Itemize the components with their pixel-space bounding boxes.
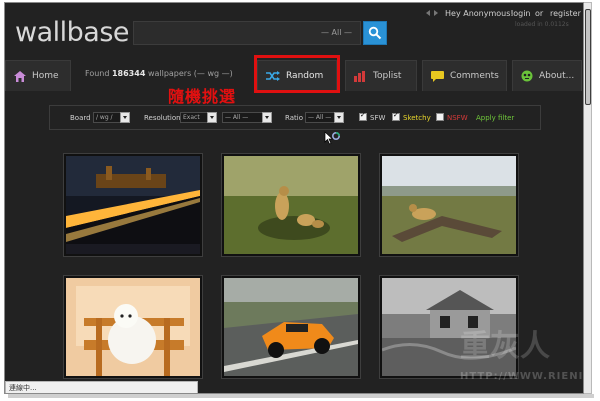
scrollbar-thumb[interactable] <box>585 9 591 105</box>
sketchy-label: Sketchy <box>403 114 431 122</box>
resolution-mode-select[interactable]: Exact <box>180 112 217 123</box>
apply-filter-link[interactable]: Apply filter <box>476 114 514 122</box>
resolution-label: Resolution <box>144 114 181 122</box>
browser-status-bar: 連線中... <box>5 381 198 393</box>
found-count: Found 186344 wallpapers (— wg —) <box>85 69 233 78</box>
window-shadow <box>8 394 594 398</box>
random-highlight-box <box>254 55 340 93</box>
wallpaper-thumbnail-cheetah-logs[interactable] <box>379 153 519 257</box>
nav-toplist[interactable]: Toplist <box>345 60 417 91</box>
wallpaper-thumbnail-cheetahs[interactable] <box>221 153 361 257</box>
nsfw-label: NSFW <box>447 114 468 122</box>
nav-comments[interactable]: Comments <box>422 60 507 91</box>
resolution-select[interactable]: — All — <box>222 112 272 123</box>
search-scope[interactable]: — All — <box>321 28 352 37</box>
nav-comments-label: Comments <box>450 71 499 81</box>
nav-toplist-label: Toplist <box>373 71 402 81</box>
search-icon <box>368 26 382 40</box>
chevron-down-icon <box>262 112 272 123</box>
register-link[interactable]: register <box>550 9 581 18</box>
search-box: — All — <box>133 21 361 45</box>
board-label: Board <box>70 114 91 122</box>
nav-about[interactable]: About... <box>512 60 582 91</box>
chevron-down-icon <box>120 112 130 123</box>
load-time: loaded in 0.0112s <box>515 21 569 28</box>
annotation-label: 隨機挑選 <box>168 87 237 106</box>
filter-bar: Board / wg / Resolution Exact — All — Ra… <box>49 105 541 130</box>
nav-home-label: Home <box>32 71 59 81</box>
vertical-scrollbar[interactable] <box>584 2 592 394</box>
browser-viewport: wallbase — All — Hey Anonymous! login or… <box>4 2 584 394</box>
or-text: or <box>535 9 544 18</box>
watermark-url: HTTP://WWW.RIENIAN.COM <box>460 371 584 382</box>
chevron-down-icon <box>334 112 344 123</box>
nav-about-label: About... <box>539 71 575 81</box>
user-greeting: Hey Anonymous! <box>445 9 514 18</box>
wallpaper-thumbnail-puppy[interactable] <box>63 275 203 379</box>
login-link[interactable]: login <box>511 9 531 18</box>
sfw-label: SFW <box>370 114 386 122</box>
board-select[interactable]: / wg / <box>93 112 130 123</box>
bar-chart-icon <box>354 70 367 82</box>
alien-icon <box>521 70 533 82</box>
ratio-label: Ratio <box>285 114 303 122</box>
user-icon <box>426 10 438 16</box>
home-icon <box>14 70 26 82</box>
ratio-select[interactable]: — All — <box>305 112 344 123</box>
nsfw-checkbox[interactable] <box>436 113 444 121</box>
wallpaper-thumbnail-sports-car[interactable] <box>221 275 361 379</box>
search-input[interactable] <box>138 24 318 42</box>
site-logo[interactable]: wallbase <box>15 17 130 48</box>
busy-cursor-icon <box>324 131 341 145</box>
watermark-logo: 重灰人 <box>460 329 550 364</box>
sfw-checkbox[interactable] <box>359 111 367 121</box>
speech-bubble-icon <box>431 70 444 82</box>
wallpaper-thumbnail-bridge[interactable] <box>63 153 203 257</box>
nav-home[interactable]: Home <box>5 60 71 91</box>
sketchy-checkbox[interactable] <box>392 111 400 121</box>
search-button[interactable] <box>363 21 387 45</box>
chevron-down-icon <box>207 112 217 123</box>
